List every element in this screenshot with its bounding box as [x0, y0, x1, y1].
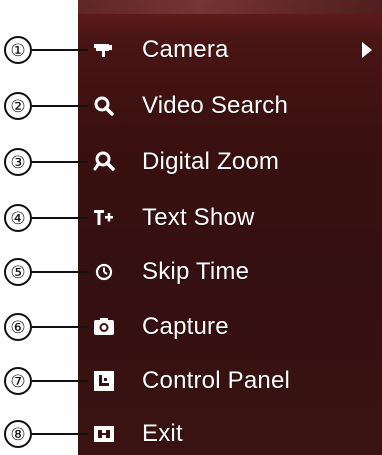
menu-item-label: Video Search	[142, 92, 289, 119]
menu-item-text-show[interactable]: Text Show	[78, 198, 382, 238]
callout-leader-line	[32, 161, 88, 163]
callout-leader-line	[32, 49, 88, 51]
menu-item-label: Capture	[142, 313, 229, 340]
callout-6: ⑥	[0, 313, 100, 345]
menu-item-label: Exit	[142, 420, 183, 447]
menu-item-camera[interactable]: Camera	[78, 30, 382, 70]
menu-item-label: Text Show	[142, 204, 255, 231]
callout-7: ⑦	[0, 367, 100, 399]
callout-number: ①	[4, 36, 32, 64]
menu-item-label: Control Panel	[142, 367, 291, 394]
callout-4: ④	[0, 204, 100, 236]
menu-item-label: Digital Zoom	[142, 148, 280, 175]
callout-leader-line	[32, 433, 88, 435]
menu-item-skip-time[interactable]: Skip Time	[78, 252, 382, 292]
callout-leader-line	[32, 105, 88, 107]
callout-leader-line	[32, 217, 88, 219]
callout-3: ③	[0, 148, 100, 180]
callout-leader-line	[32, 271, 88, 273]
menu-item-label: Camera	[142, 36, 229, 63]
callout-number: ⑤	[4, 258, 32, 286]
callout-number: ④	[4, 204, 32, 232]
menu-item-label: Skip Time	[142, 258, 250, 285]
menu-item-control-panel[interactable]: Control Panel	[78, 361, 382, 401]
menu-item-video-search[interactable]: Video Search	[78, 86, 382, 126]
callout-1: ①	[0, 36, 100, 68]
callout-number: ②	[4, 92, 32, 120]
callout-number: ③	[4, 148, 32, 176]
callout-2: ②	[0, 92, 100, 124]
submenu-arrow-icon	[362, 42, 372, 58]
screenshot-stage: ① ② ③ ④ ⑤ ⑥ ⑦ ⑧ Camera Video Search Digi…	[0, 0, 382, 455]
menu-item-digital-zoom[interactable]: Digital Zoom	[78, 142, 382, 182]
menu-item-exit[interactable]: Exit	[78, 414, 382, 454]
menu-item-capture[interactable]: Capture	[78, 307, 382, 347]
callout-number: ⑦	[4, 367, 32, 395]
callout-number: ⑥	[4, 313, 32, 341]
callout-leader-line	[32, 326, 88, 328]
callout-8: ⑧	[0, 420, 100, 452]
callout-number: ⑧	[4, 420, 32, 448]
callout-5: ⑤	[0, 258, 100, 290]
callout-column: ① ② ③ ④ ⑤ ⑥ ⑦ ⑧	[0, 0, 88, 455]
context-menu: Camera Video Search Digital Zoom Text Sh…	[78, 0, 382, 455]
callout-leader-line	[32, 380, 88, 382]
